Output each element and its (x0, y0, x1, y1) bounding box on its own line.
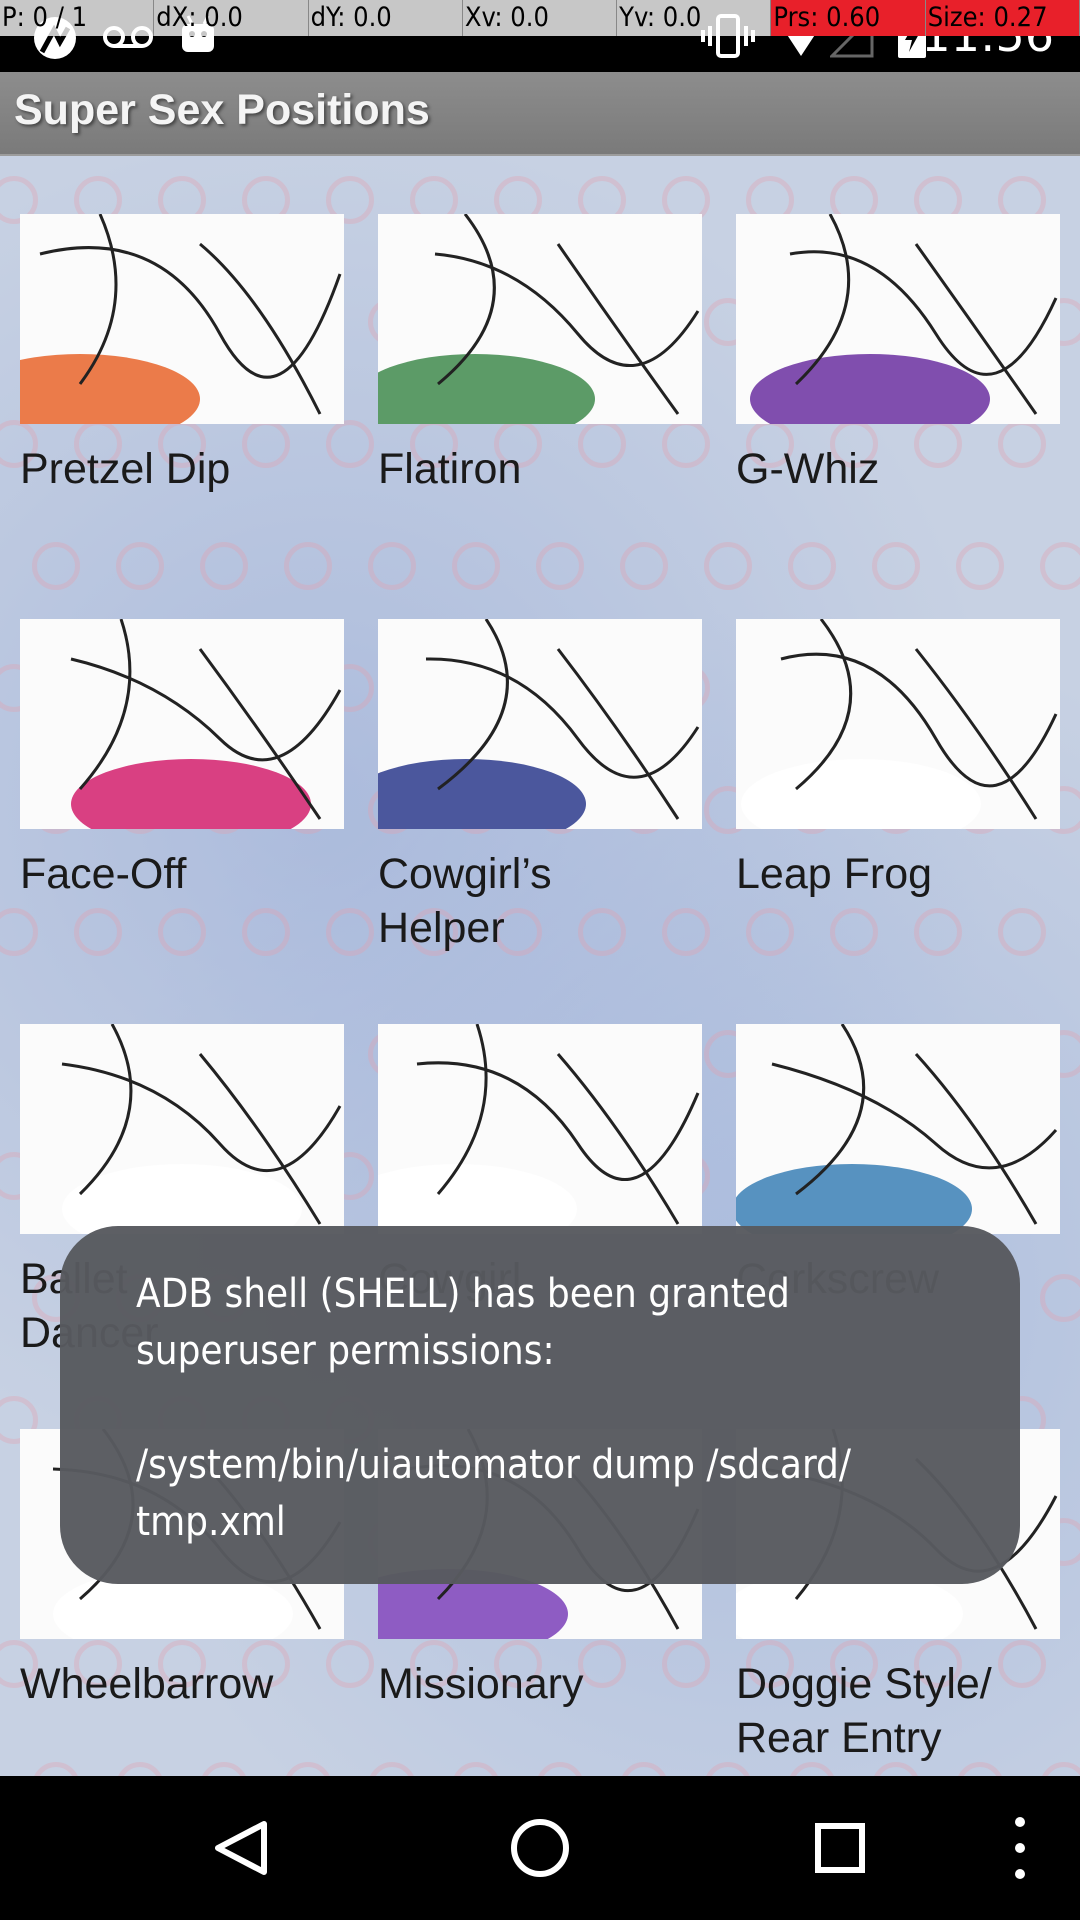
position-tile[interactable]: Flatiron (378, 214, 702, 496)
background-ring (830, 908, 878, 956)
superuser-toast: ADB shell (SHELL) has been granted super… (60, 1226, 1020, 1584)
background-ring (1040, 542, 1080, 590)
position-label: Doggie Style/ Rear Entry (736, 1660, 992, 1762)
position-label: Pretzel Dip (20, 445, 231, 493)
position-illustration (378, 619, 702, 829)
background-ring (452, 1762, 500, 1776)
position-illustration (736, 214, 1060, 424)
background-ring (536, 542, 584, 590)
recents-icon[interactable] (760, 1776, 920, 1920)
clock: 11:56 (921, 8, 1054, 62)
background-ring (452, 542, 500, 590)
background-ring (536, 1762, 584, 1776)
background-ring (0, 908, 38, 956)
background-ring (998, 908, 1046, 956)
position-tile[interactable]: G-Whiz (736, 214, 1060, 496)
position-illustration (20, 214, 344, 424)
position-illustration (736, 1024, 1060, 1234)
position-label: Missionary (378, 1660, 584, 1708)
background-ring (32, 542, 80, 590)
position-label: G-Whiz (736, 445, 880, 493)
toast-message: ADB shell (SHELL) has been granted super… (136, 1271, 851, 1545)
back-icon[interactable] (160, 1776, 320, 1920)
wifi-icon (778, 18, 824, 62)
action-bar: Super Sex Positions (0, 72, 1080, 156)
background-ring (788, 542, 836, 590)
background-ring (242, 908, 290, 956)
signal-icon (828, 12, 874, 62)
status-bar: 11:56 (0, 0, 1080, 72)
background-ring (74, 908, 122, 956)
home-icon[interactable] (460, 1776, 620, 1920)
position-tile[interactable]: Pretzel Dip (20, 214, 344, 496)
background-ring (284, 1762, 332, 1776)
android-icon (178, 14, 218, 60)
position-label: Wheelbarrow (20, 1660, 274, 1708)
background-ring (620, 542, 668, 590)
menu-icon[interactable] (940, 1776, 1060, 1920)
position-label: Flatiron (378, 445, 522, 493)
background-ring (326, 908, 374, 956)
background-ring (32, 1762, 80, 1776)
vibrate-icon (700, 14, 756, 62)
background-ring (200, 1762, 248, 1776)
position-label: Cowgirl’s Helper (378, 850, 552, 952)
position-tile[interactable]: Face-Off (20, 619, 344, 901)
background-ring (620, 1762, 668, 1776)
background-ring (872, 542, 920, 590)
background-ring (116, 1762, 164, 1776)
background-ring (116, 542, 164, 590)
position-illustration (20, 619, 344, 829)
position-illustration (736, 619, 1060, 829)
background-ring (956, 542, 1004, 590)
background-ring (704, 542, 752, 590)
background-ring (368, 542, 416, 590)
background-ring (746, 908, 794, 956)
position-illustration (378, 1024, 702, 1234)
background-ring (284, 542, 332, 590)
position-tile[interactable]: Leap Frog (736, 619, 1060, 901)
background-ring (200, 542, 248, 590)
voicemail-icon (102, 22, 154, 56)
position-label: Face-Off (20, 850, 187, 898)
position-tile[interactable]: Cowgirl’s Helper (378, 619, 702, 955)
app-title: Super Sex Positions (14, 86, 430, 134)
background-ring (368, 1762, 416, 1776)
position-label: Leap Frog (736, 850, 933, 898)
position-illustration (378, 214, 702, 424)
background-ring (158, 908, 206, 956)
position-illustration (20, 1024, 344, 1234)
navigation-bar (0, 1776, 1080, 1920)
background-ring (914, 908, 962, 956)
app-icon (28, 14, 82, 66)
